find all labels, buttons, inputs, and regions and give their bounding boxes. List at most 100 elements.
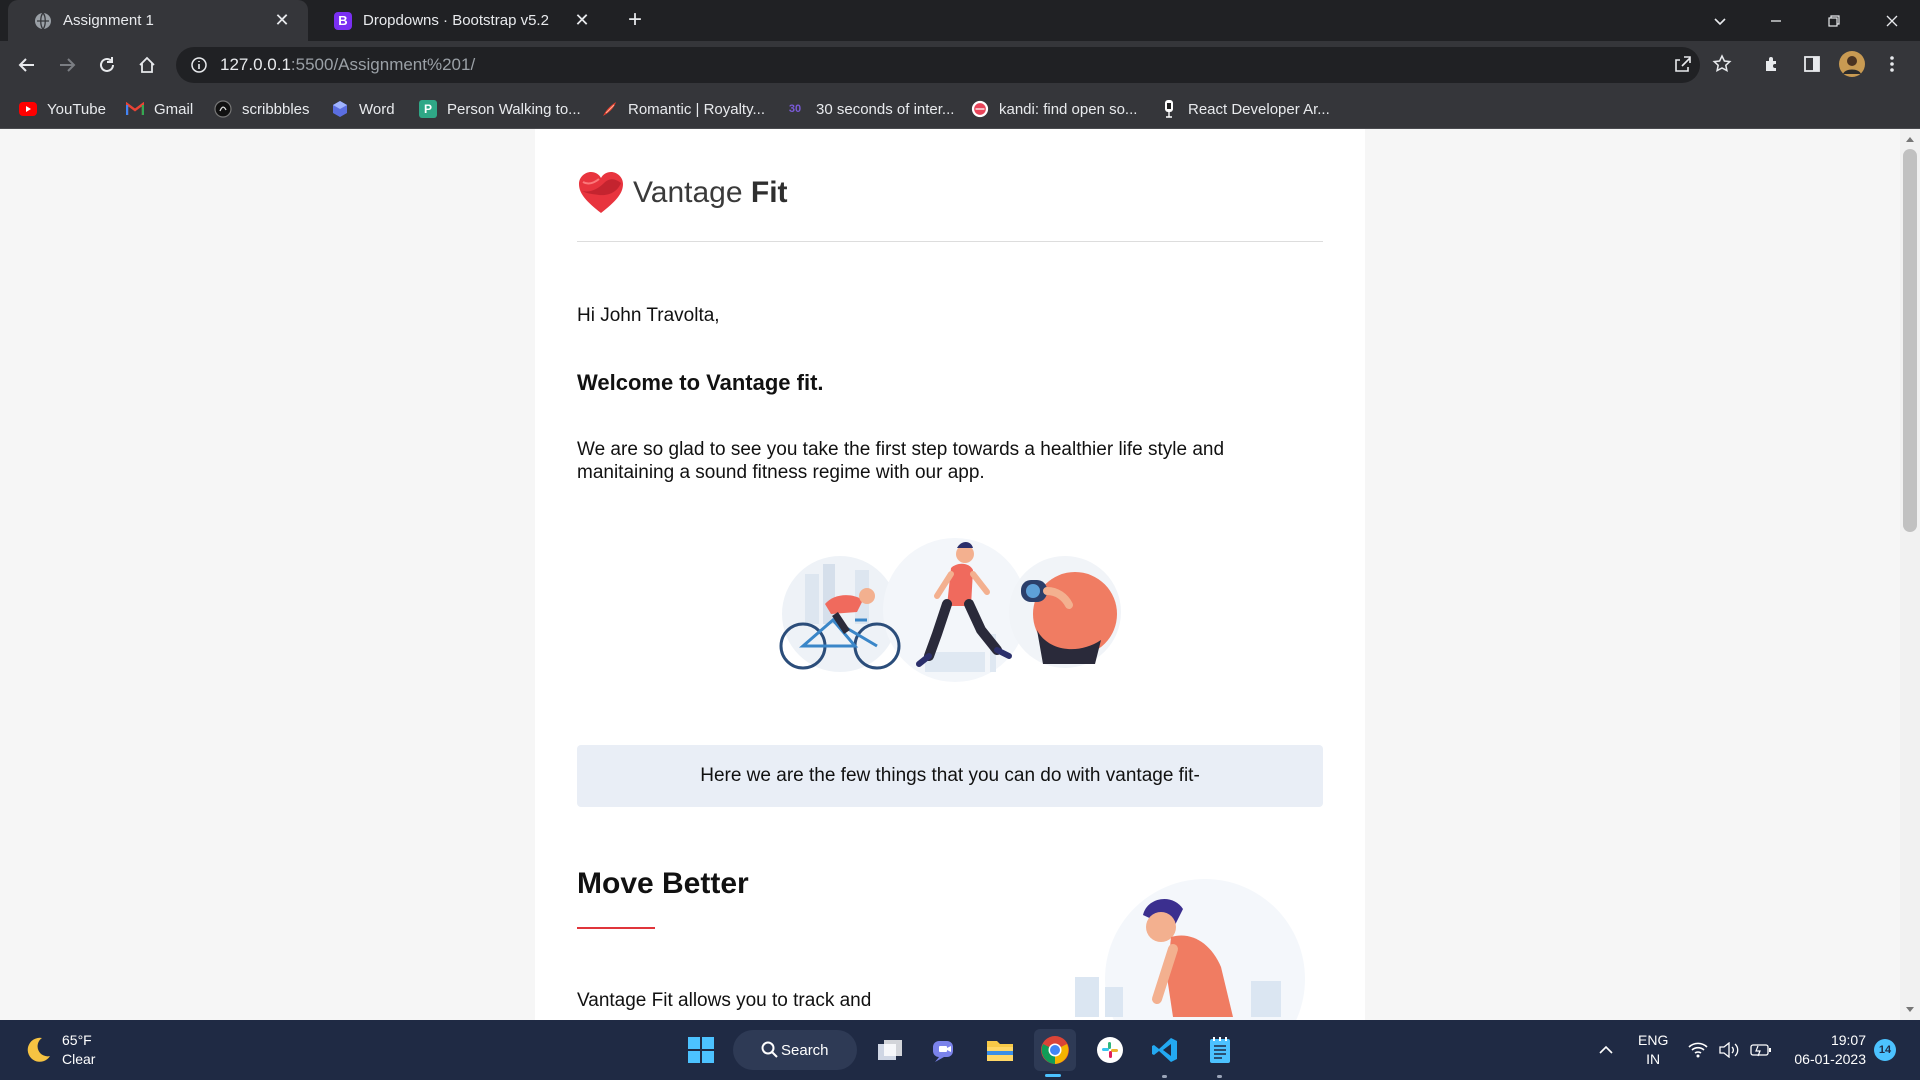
active-app-indicator	[1045, 1074, 1061, 1077]
search-icon	[761, 1041, 778, 1058]
bookmark-person-walking[interactable]: P Person Walking to...	[419, 89, 581, 129]
bookmark-label: React Developer Ar...	[1188, 100, 1330, 118]
features-callout: Here we are the few things that you can …	[577, 745, 1323, 807]
weather-temperature: 65°F	[62, 1032, 92, 1048]
chrome-icon[interactable]	[1034, 1029, 1076, 1071]
intro-paragraph: We are so glad to see you take the first…	[577, 439, 1225, 483]
weather-condition: Clear	[62, 1051, 96, 1067]
region-code: IN	[1646, 1051, 1661, 1067]
bookmarks-bar: YouTube Gmail scribbbles Word P Person W…	[0, 89, 1920, 129]
tab-assignment[interactable]: Assignment 1 ✕	[8, 0, 308, 41]
bookmark-react-developer[interactable]: React Developer Ar...	[1160, 89, 1330, 129]
tab-bootstrap[interactable]: B Dropdowns · Bootstrap v5.2 ✕	[308, 0, 608, 41]
show-hidden-icons[interactable]	[1598, 1020, 1614, 1080]
wifi-icon[interactable]	[1688, 1020, 1708, 1080]
reload-icon[interactable]	[93, 51, 121, 79]
bookmark-label: 30 seconds of inter...	[816, 100, 955, 118]
url-text: 127.0.0.1:5500/Assignment%201/	[220, 55, 475, 75]
site-info-icon[interactable]	[190, 56, 208, 74]
file-explorer-icon[interactable]	[979, 1029, 1021, 1071]
bookmark-label: Word	[359, 100, 395, 118]
moon-icon	[27, 1037, 50, 1062]
notification-badge[interactable]: 14	[1874, 1039, 1896, 1061]
home-icon[interactable]	[133, 51, 161, 79]
restore-icon[interactable]	[1806, 0, 1862, 41]
slack-icon[interactable]	[1089, 1029, 1131, 1071]
clock-date: 06-01-2023	[1794, 1051, 1866, 1067]
search-label: Search	[781, 1041, 829, 1059]
address-bar[interactable]: 127.0.0.1:5500/Assignment%201/	[176, 47, 1700, 83]
flame-icon	[600, 100, 618, 118]
bookmark-label: scribbbles	[242, 100, 310, 118]
side-panel-icon[interactable]	[1798, 50, 1826, 78]
gmail-icon	[126, 100, 144, 118]
bookmark-label: kandi: find open so...	[999, 100, 1138, 118]
clock-time: 19:07	[1830, 1032, 1866, 1048]
brand-name-bold: Fit	[750, 176, 788, 209]
bookmark-romantic[interactable]: Romantic | Royalty...	[600, 89, 765, 129]
bookmark-kandi[interactable]: kandi: find open so...	[971, 89, 1137, 129]
close-window-icon[interactable]	[1864, 0, 1920, 41]
vscode-icon[interactable]	[1144, 1029, 1186, 1071]
bootstrap-icon: B	[334, 11, 352, 30]
minimize-icon[interactable]	[1748, 0, 1804, 41]
task-view-icon[interactable]	[869, 1029, 911, 1071]
taskbar-search[interactable]: Search	[733, 1030, 857, 1070]
back-icon[interactable]	[13, 51, 41, 79]
chevron-up-icon	[1599, 1045, 1613, 1054]
language-indicator[interactable]: ENG IN	[1638, 1020, 1668, 1080]
scribbbles-icon	[214, 100, 232, 118]
react-dev-icon	[1160, 100, 1178, 118]
brand-name-light: Vantage	[633, 176, 743, 209]
more-menu-icon[interactable]	[1878, 50, 1906, 78]
heart-logo-icon	[579, 172, 623, 213]
language-code: ENG	[1638, 1032, 1669, 1048]
bookmark-p-icon: P	[419, 100, 437, 118]
section-text: Vantage Fit allows you to track and	[577, 990, 872, 1011]
globe-icon	[34, 12, 52, 30]
scroll-up-icon[interactable]	[1900, 131, 1920, 147]
tab-title: Assignment 1	[63, 12, 154, 29]
scroll-thumb[interactable]	[1903, 149, 1917, 532]
greeting: Hi John Travolta,	[577, 305, 720, 326]
forward-icon[interactable]	[53, 51, 81, 79]
page-scrollbar[interactable]	[1900, 129, 1920, 1020]
youtube-icon	[19, 100, 37, 118]
header-divider	[577, 241, 1323, 242]
notepad-icon[interactable]	[1199, 1029, 1241, 1071]
scroll-down-icon[interactable]	[1900, 1002, 1920, 1018]
start-icon[interactable]	[680, 1029, 722, 1071]
bookmark-star-icon[interactable]	[1708, 50, 1736, 78]
brand-name: Vantage Fit	[633, 176, 788, 210]
tab-title: Dropdowns · Bootstrap v5.2	[363, 12, 549, 29]
bookmark-30-seconds[interactable]: 30 30 seconds of inter...	[784, 89, 955, 129]
volume-icon[interactable]	[1718, 1020, 1740, 1080]
battery-icon[interactable]	[1750, 1020, 1772, 1080]
bookmark-gmail[interactable]: Gmail	[126, 89, 193, 129]
word-icon	[331, 100, 349, 118]
running-indicator	[1162, 1075, 1167, 1078]
extensions-icon[interactable]	[1758, 50, 1786, 78]
weather-widget[interactable]: 65°F Clear	[22, 1030, 95, 1070]
thirty-seconds-icon: 30	[788, 103, 802, 115]
clock[interactable]: 19:07 06-01-2023	[1788, 1020, 1866, 1080]
close-tab-icon[interactable]: ✕	[572, 10, 592, 31]
bookmark-label: YouTube	[47, 100, 106, 118]
tab-search-chevron-icon[interactable]	[1692, 0, 1748, 41]
bookmark-youtube[interactable]: YouTube	[19, 89, 106, 129]
section-underline	[577, 927, 655, 929]
email-container: Vantage Fit Hi John Travolta, Welcome to…	[535, 129, 1365, 1020]
new-tab-button[interactable]: +	[620, 6, 650, 36]
url-host: 127.0.0.1	[220, 55, 291, 74]
browser-toolbar: 127.0.0.1:5500/Assignment%201/	[0, 41, 1920, 89]
url-path: :5500/Assignment%201/	[290, 55, 476, 74]
bookmark-scribbbles[interactable]: scribbbles	[214, 89, 310, 129]
bookmark-word[interactable]: Word	[331, 89, 395, 129]
stretching-illustration	[1075, 879, 1305, 1020]
profile-avatar[interactable]	[1838, 50, 1866, 78]
page-viewport: Vantage Fit Hi John Travolta, Welcome to…	[0, 129, 1920, 1020]
windows-taskbar: 65°F Clear Search ENG IN 19:07 06-01-202…	[0, 1020, 1920, 1080]
share-icon[interactable]	[1668, 50, 1696, 78]
teams-chat-icon[interactable]	[924, 1029, 966, 1071]
close-tab-icon[interactable]: ✕	[272, 10, 292, 31]
